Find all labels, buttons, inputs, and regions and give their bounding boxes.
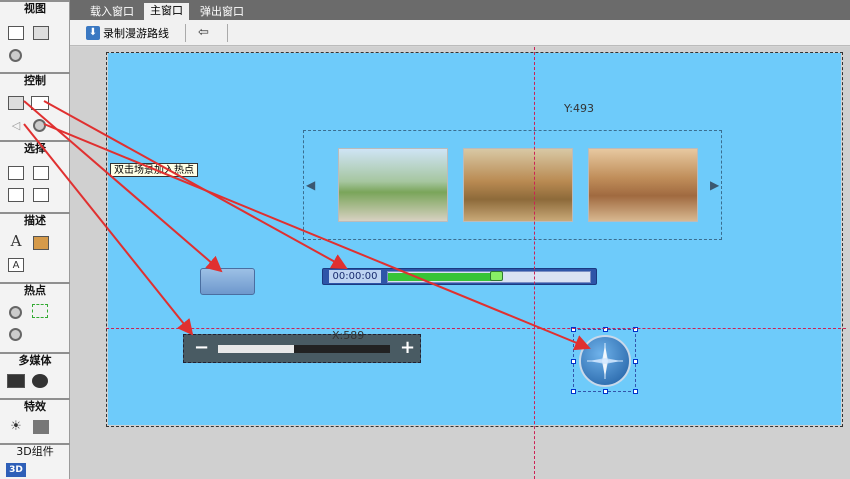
- section-title-3d: 3D组件: [16, 445, 54, 458]
- particle-icon[interactable]: [33, 420, 49, 434]
- zoom-out-button[interactable]: −: [194, 338, 209, 358]
- textbox-icon[interactable]: A: [8, 258, 24, 272]
- view-globe-icon[interactable]: [9, 49, 22, 62]
- compass-icon: [579, 335, 631, 387]
- section-describe: 描述 A A: [0, 212, 70, 282]
- zoom-control[interactable]: − +: [183, 334, 421, 363]
- component-sidebar: 视图 控制 ◁ 选择 描述 A A 热点 多媒体 特效 ☀ 3D组件 3D: [0, 0, 70, 479]
- player-knob[interactable]: [490, 271, 504, 281]
- section-title-select: 选择: [24, 142, 46, 155]
- sun-icon[interactable]: ☀: [8, 419, 24, 434]
- stage-canvas[interactable]: ◀ ▶ 00:00:00 − +: [108, 53, 841, 425]
- section-title-hotspot: 热点: [24, 284, 46, 297]
- section-title-multimedia: 多媒体: [18, 354, 52, 367]
- section-view: 视图: [0, 0, 70, 72]
- resize-handle[interactable]: [571, 389, 576, 394]
- button-widget[interactable]: [200, 268, 255, 295]
- flash-icon[interactable]: [32, 374, 48, 388]
- player-progress-fill: [388, 273, 498, 281]
- scene-thumbnail[interactable]: [588, 148, 698, 222]
- section-effects: 特效 ☀: [0, 398, 70, 443]
- section-title-view: 视图: [24, 2, 46, 15]
- resize-handle[interactable]: [571, 359, 576, 364]
- record-tour-button[interactable]: ⬇ 录制漫游路线: [86, 25, 169, 41]
- player-time: 00:00:00: [329, 270, 381, 283]
- section-control: 控制 ◁: [0, 72, 70, 140]
- hotspot-point-icon[interactable]: [9, 306, 22, 319]
- hotspot-tooltip: 双击场景加入热点: [110, 163, 198, 177]
- zoom-in-button[interactable]: +: [400, 338, 415, 358]
- hotspot-polygon-icon[interactable]: [32, 304, 48, 318]
- control-player-icon[interactable]: [31, 96, 49, 110]
- toolbar-separator: [185, 24, 186, 42]
- section-title-control: 控制: [24, 74, 46, 87]
- tab-main-window[interactable]: 主窗口: [144, 3, 189, 20]
- image-description-icon[interactable]: [33, 236, 49, 250]
- text-icon[interactable]: A: [8, 232, 24, 250]
- resize-handle[interactable]: [603, 389, 608, 394]
- view-window-icon[interactable]: [8, 26, 24, 40]
- select-thumbnails-icon[interactable]: [8, 166, 24, 180]
- scene-thumbnail[interactable]: [338, 148, 448, 222]
- horizontal-guide-line[interactable]: [106, 328, 846, 329]
- select-map-icon[interactable]: [33, 188, 49, 202]
- guide-y-label: Y:493: [564, 102, 594, 115]
- control-compass-icon[interactable]: [33, 119, 46, 132]
- record-icon: ⬇: [86, 26, 100, 40]
- film-icon[interactable]: [7, 374, 25, 388]
- scene-thumbnail-bar[interactable]: ◀ ▶: [303, 130, 722, 240]
- player-track[interactable]: [387, 271, 591, 283]
- window-tabbar: 载入窗口 主窗口 弹出窗口: [70, 0, 850, 20]
- record-tour-label: 录制漫游路线: [103, 27, 169, 40]
- tab-load-window[interactable]: 载入窗口: [84, 4, 140, 20]
- select-panel-icon[interactable]: [8, 188, 24, 202]
- section-hotspot: 热点: [0, 282, 70, 352]
- zoom-slider-fill: [218, 345, 294, 353]
- resize-handle[interactable]: [633, 359, 638, 364]
- design-workspace: ◀ ▶ 00:00:00 − + Y:493 X:589: [70, 47, 850, 479]
- zoom-slider[interactable]: [218, 345, 390, 353]
- three-d-icon[interactable]: 3D: [6, 463, 26, 477]
- resize-handle[interactable]: [633, 389, 638, 394]
- guide-x-label: X:589: [332, 329, 365, 342]
- vertical-guide-line[interactable]: [534, 47, 535, 479]
- thumb-next-icon[interactable]: ▶: [710, 178, 719, 192]
- section-3d: 3D组件 3D: [0, 443, 70, 479]
- section-title-effects: 特效: [24, 400, 46, 413]
- section-select: 选择: [0, 140, 70, 212]
- hotspot-rotate-icon[interactable]: [9, 328, 22, 341]
- compass-widget[interactable]: [571, 327, 638, 394]
- control-button-icon[interactable]: [8, 96, 24, 110]
- scene-thumbnail[interactable]: [463, 148, 573, 222]
- arrow-left-icon[interactable]: ⇦: [198, 25, 209, 40]
- section-multimedia: 多媒体: [0, 352, 70, 398]
- thumb-prev-icon[interactable]: ◀: [306, 178, 315, 192]
- toolbar: ⬇ 录制漫游路线 ⇦: [70, 20, 850, 46]
- tab-popup-window[interactable]: 弹出窗口: [194, 4, 250, 20]
- control-mute-icon[interactable]: ◁: [8, 118, 24, 132]
- progress-player[interactable]: 00:00:00: [322, 268, 597, 285]
- select-list-icon[interactable]: [33, 166, 49, 180]
- view-image-icon[interactable]: [33, 26, 49, 40]
- toolbar-separator: [227, 24, 228, 42]
- section-title-describe: 描述: [24, 214, 46, 227]
